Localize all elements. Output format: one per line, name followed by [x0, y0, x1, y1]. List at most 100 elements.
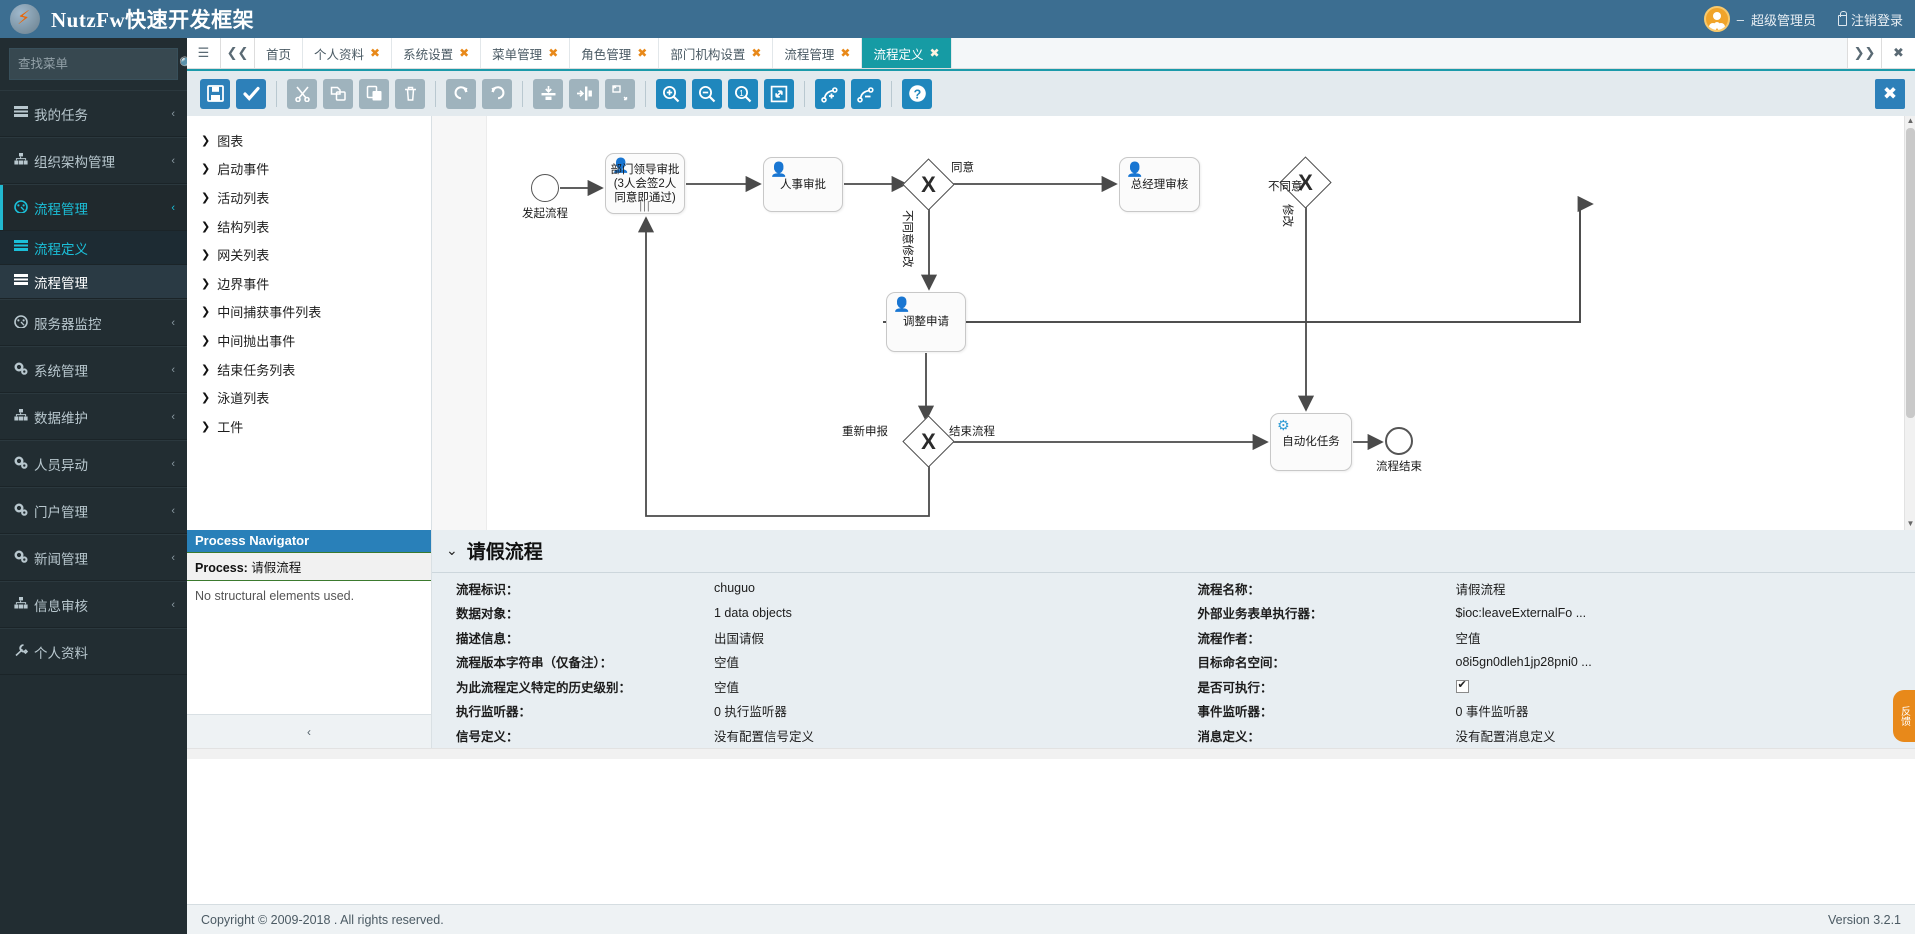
bpmn-gateway-gw1[interactable]: X	[902, 158, 955, 211]
canvas-vertical-scrollbar[interactable]: ▲ ▼	[1904, 116, 1915, 530]
paste-button[interactable]	[359, 78, 389, 109]
sidebar-item-2[interactable]: 流程管理 ‹	[0, 184, 187, 231]
tab-close-icon[interactable]: ✖	[548, 46, 558, 60]
stencil-group-1[interactable]: ❯ 启动事件	[187, 155, 431, 184]
tab-close-icon[interactable]: ✖	[930, 46, 940, 60]
sidebar-item-8[interactable]: 新闻管理 ‹	[0, 534, 187, 581]
stencil-group-3[interactable]: ❯ 结构列表	[187, 212, 431, 241]
navigator-collapse-button[interactable]: ‹	[187, 714, 431, 748]
property-value: 空值	[714, 680, 740, 695]
tab-close-icon[interactable]: ✖	[840, 46, 850, 60]
stencil-group-5[interactable]: ❯ 边界事件	[187, 269, 431, 298]
close-editor-button[interactable]: ✖	[1875, 78, 1905, 109]
diagram-canvas-wrap[interactable]: 发起流程 👤 部门领导审批(3人会签2人同意即通过) ||| 👤 人事审批 X 👤 总经理审核 X…	[432, 116, 1915, 530]
double-chevron-right-icon[interactable]: ❯❯	[1847, 38, 1881, 68]
scroll-down-icon[interactable]: ▼	[1905, 519, 1915, 530]
stencil-group-10[interactable]: ❯ 工件	[187, 412, 431, 441]
property-label: 是否可执行：	[1197, 680, 1273, 695]
chevron-right-icon: ❯	[201, 220, 211, 233]
double-chevron-left-icon[interactable]: ❮❮	[221, 38, 255, 68]
sidebar-item-1[interactable]: 组织架构管理 ‹	[0, 137, 187, 184]
sidebar-item-3[interactable]: 服务器监控 ‹	[0, 299, 187, 346]
sidebar-item-6[interactable]: 人员异动 ‹	[0, 440, 187, 487]
tab-2[interactable]: 系统设置 ✖	[392, 38, 482, 68]
tab-close-icon[interactable]: ✖	[637, 46, 647, 60]
validate-button[interactable]	[236, 78, 266, 109]
bpmn-task-hrapp[interactable]: 👤 人事审批	[763, 157, 843, 212]
bpmn-task-autotask[interactable]: ⚙ 自动化任务	[1270, 413, 1352, 471]
properties-header[interactable]: ⌄ 请假流程	[432, 530, 1915, 573]
bpmn-start-event-start[interactable]	[531, 174, 559, 202]
stencil-group-2[interactable]: ❯ 活动列表	[187, 183, 431, 212]
property-label: 外部业务表单执行器：	[1197, 607, 1323, 622]
stencil-group-9[interactable]: ❯ 泳道列表	[187, 383, 431, 412]
align-horizontal-button[interactable]	[569, 78, 599, 109]
stencil-group-6[interactable]: ❯ 中间捕获事件列表	[187, 298, 431, 327]
tab-6[interactable]: 流程管理 ✖	[773, 38, 863, 68]
stencil-group-label: 启动事件	[217, 162, 270, 178]
align-vertical-button[interactable]	[533, 78, 563, 109]
bpmn-task-deptapp[interactable]: 👤 部门领导审批(3人会签2人同意即通过) |||	[605, 153, 685, 214]
redo-button[interactable]	[446, 78, 476, 109]
bpmn-edge-label-3: 修改	[1281, 204, 1293, 227]
sidebar-item-10[interactable]: 个人资料	[0, 628, 187, 675]
close-all-tabs-icon[interactable]: ✖	[1881, 38, 1915, 68]
bpmn-task-adjust[interactable]: 👤 调整申请	[886, 292, 966, 352]
zoom-out-button[interactable]	[692, 78, 722, 109]
undo-button[interactable]	[482, 78, 512, 109]
bpmn-canvas[interactable]: 发起流程 👤 部门领导审批(3人会签2人同意即通过) ||| 👤 人事审批 X 👤 总经理审核 X…	[432, 116, 1904, 530]
search-box[interactable]: 🔍	[9, 48, 195, 80]
zoom-in-button[interactable]	[656, 78, 686, 109]
stencil-group-label: 边界事件	[217, 276, 270, 292]
tab-0[interactable]: 首页	[255, 38, 304, 68]
sidebar-item-9[interactable]: 信息审核 ‹	[0, 581, 187, 628]
stencil-group-4[interactable]: ❯ 网关列表	[187, 240, 431, 269]
stencil-group-label: 图表	[217, 133, 244, 149]
tab-7[interactable]: 流程定义 ✖	[862, 38, 952, 68]
hamburger-icon[interactable]: ☰	[187, 38, 221, 68]
scroll-thumb[interactable]	[1906, 128, 1915, 418]
tab-1[interactable]: 个人资料 ✖	[303, 38, 393, 68]
copy-button[interactable]	[323, 78, 353, 109]
property-label: 流程标识：	[456, 582, 519, 597]
property-row-right-2: 流程作者： 空值	[1174, 625, 1915, 650]
sidebar-subitem-1[interactable]: 流程管理	[0, 265, 187, 299]
zoom-actual-button[interactable]: 1	[728, 78, 758, 109]
stencil-group-7[interactable]: ❯ 中间抛出事件	[187, 326, 431, 355]
add-bendpoint-button[interactable]	[815, 78, 845, 109]
chevron-down-icon[interactable]: ⌄	[446, 542, 458, 559]
canvas-horizontal-scrollbar[interactable]	[187, 748, 1915, 759]
tab-close-icon[interactable]: ✖	[751, 46, 761, 60]
toolbar-separator	[435, 80, 436, 107]
search-input[interactable]	[18, 57, 179, 71]
tab-close-icon[interactable]: ✖	[370, 46, 380, 60]
zoom-fit-button[interactable]	[764, 78, 794, 109]
tab-5[interactable]: 部门机构设置 ✖	[659, 38, 774, 68]
checkbox-checked-icon[interactable]	[1455, 678, 1469, 693]
bpmn-task-mgrapp[interactable]: 👤 总经理审核	[1119, 157, 1200, 212]
tab-3[interactable]: 菜单管理 ✖	[481, 38, 571, 68]
chevron-left-icon: ‹	[171, 201, 175, 214]
chevron-right-icon: ❯	[201, 163, 211, 176]
tab-4[interactable]: 角色管理 ✖	[570, 38, 660, 68]
bpmn-gateway-gw3[interactable]: X	[902, 415, 955, 468]
tab-close-icon[interactable]: ✖	[459, 46, 469, 60]
cut-button[interactable]	[287, 78, 317, 109]
delete-button[interactable]	[395, 78, 425, 109]
remove-bendpoint-button[interactable]	[851, 78, 881, 109]
sidebar-item-0[interactable]: 我的任务 ‹	[0, 90, 187, 137]
sidebar-item-7[interactable]: 门户管理 ‹	[0, 487, 187, 534]
logout-button[interactable]: 注销登录	[1837, 10, 1903, 29]
feedback-tab[interactable]: 反馈	[1893, 690, 1915, 742]
sidebar-subitem-0[interactable]: 流程定义	[0, 231, 187, 265]
stencil-group-0[interactable]: ❯ 图表	[187, 126, 431, 155]
user-menu[interactable]: – 超级管理员	[1703, 6, 1816, 32]
help-button[interactable]: ?	[902, 78, 932, 109]
bpmn-end-event-end[interactable]	[1385, 427, 1413, 455]
stencil-group-8[interactable]: ❯ 结束任务列表	[187, 355, 431, 384]
resize-button[interactable]	[605, 78, 635, 109]
sidebar-item-4[interactable]: 系统管理 ‹	[0, 346, 187, 393]
sidebar-item-5[interactable]: 数据维护 ‹	[0, 393, 187, 440]
save-button[interactable]	[200, 78, 230, 109]
scroll-up-icon[interactable]: ▲	[1905, 116, 1915, 127]
